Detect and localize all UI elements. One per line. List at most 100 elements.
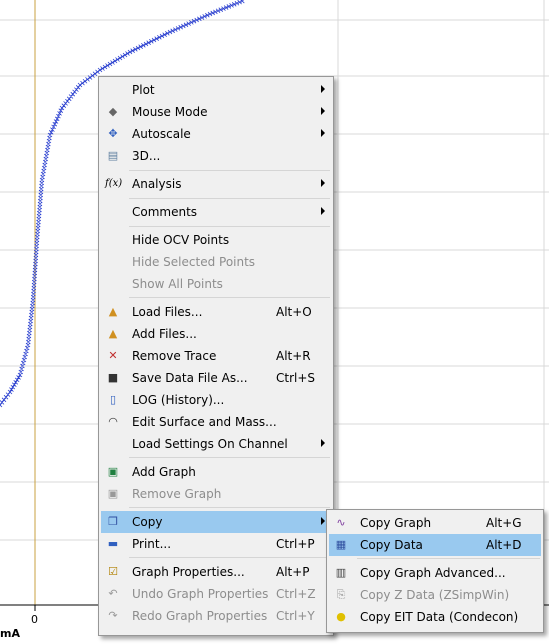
z-data-icon: ⎘ <box>336 588 346 601</box>
menu-item-3d[interactable]: ▤ 3D... <box>101 145 331 167</box>
menu-item-label: Comments <box>132 205 198 219</box>
y-axis-unit-label: mA <box>0 627 20 640</box>
menu-item-label: Copy Data <box>360 538 423 552</box>
menu-separator <box>129 226 330 227</box>
submenu-arrow-icon <box>321 439 325 447</box>
menu-item-load-settings-on-channel[interactable]: Load Settings On Channel <box>101 433 331 455</box>
menu-item-label: Load Settings On Channel <box>132 437 288 451</box>
submenu-item-copy-graph[interactable]: ∿ Copy Graph Alt+G <box>329 512 541 534</box>
menu-item-shortcut: Alt+G <box>486 516 522 530</box>
function-icon: f(x) <box>105 178 123 189</box>
menu-item-remove-graph: ▣ Remove Graph <box>101 483 331 505</box>
menu-item-label: Copy Graph Advanced... <box>360 566 506 580</box>
menu-item-print[interactable]: ▬ Print... Ctrl+P <box>101 533 331 555</box>
floppy-icon: ■ <box>107 371 119 384</box>
menu-item-label: Load Files... <box>132 305 203 319</box>
x-axis-tick-label: 0 <box>31 613 38 626</box>
menu-separator <box>129 170 330 171</box>
menu-item-label: Graph Properties... <box>132 565 245 579</box>
menu-item-undo-graph-properties: ↶ Undo Graph Properties Ctrl+Z <box>101 583 331 605</box>
menu-item-label: Remove Graph <box>132 487 222 501</box>
3d-icon: ▤ <box>107 149 119 162</box>
submenu-arrow-icon <box>321 85 325 93</box>
folder-open-icon: ▲ <box>108 305 118 318</box>
menu-item-copy[interactable]: ❐ Copy <box>101 511 331 533</box>
menu-separator <box>129 198 330 199</box>
menu-item-add-graph[interactable]: ▣ Add Graph <box>101 461 331 483</box>
submenu-item-copy-graph-advanced[interactable]: ▥ Copy Graph Advanced... <box>329 562 541 584</box>
menu-item-edit-surface-and-mass[interactable]: ◠ Edit Surface and Mass... <box>101 411 331 433</box>
beaker-icon: ◠ <box>108 415 118 428</box>
copy-submenu: ∿ Copy Graph Alt+G ▦ Copy Data Alt+D ▥ Copy Gra… <box>326 509 544 633</box>
graph-advanced-icon: ▥ <box>335 566 347 579</box>
graph-icon: ∿ <box>336 516 346 529</box>
menu-item-remove-trace[interactable]: ✕ Remove Trace Alt+R <box>101 345 331 367</box>
menu-item-hide-ocv-points[interactable]: Hide OCV Points <box>101 229 331 251</box>
menu-item-hide-selected-points: Hide Selected Points <box>101 251 331 273</box>
menu-item-autoscale[interactable]: ✥ Autoscale <box>101 123 331 145</box>
eraser-icon: ◆ <box>108 105 118 118</box>
menu-item-label: Copy EIT Data (Condecon) <box>360 610 519 624</box>
menu-item-label: Plot <box>132 83 155 97</box>
redo-icon: ↷ <box>108 609 118 622</box>
menu-item-label: Undo Graph Properties <box>132 587 269 601</box>
submenu-arrow-icon <box>321 207 325 215</box>
menu-item-analysis[interactable]: f(x) Analysis <box>101 173 331 195</box>
menu-item-label: Show All Points <box>132 277 223 291</box>
submenu-item-copy-eit-data-condecon[interactable]: ● Copy EIT Data (Condecon) <box>329 606 541 628</box>
submenu-item-copy-data[interactable]: ▦ Copy Data Alt+D <box>329 534 541 556</box>
menu-separator <box>357 558 540 559</box>
menu-item-add-files[interactable]: ▲ Add Files... <box>101 323 331 345</box>
menu-item-show-all-points: Show All Points <box>101 273 331 295</box>
menu-item-label: Mouse Mode <box>132 105 208 119</box>
properties-icon: ☑ <box>108 565 118 578</box>
menu-separator <box>129 557 330 558</box>
menu-item-label: Hide OCV Points <box>132 233 230 247</box>
menu-item-plot[interactable]: Plot <box>101 79 331 101</box>
submenu-arrow-icon <box>321 517 325 525</box>
menu-item-label: Edit Surface and Mass... <box>132 415 277 429</box>
menu-item-mouse-mode[interactable]: ◆ Mouse Mode <box>101 101 331 123</box>
menu-item-log-history[interactable]: ▯ LOG (History)... <box>101 389 331 411</box>
table-icon: ▦ <box>335 538 347 551</box>
log-icon: ▯ <box>109 393 117 406</box>
menu-item-label: LOG (History)... <box>132 393 225 407</box>
menu-item-graph-properties[interactable]: ☑ Graph Properties... Alt+P <box>101 561 331 583</box>
menu-item-shortcut: Ctrl+P <box>276 537 315 551</box>
menu-item-label: Save Data File As... <box>132 371 248 385</box>
condecon-icon: ● <box>336 610 346 623</box>
remove-trace-icon: ✕ <box>108 349 118 362</box>
menu-item-shortcut: Ctrl+S <box>276 371 316 385</box>
menu-item-label: Redo Graph Properties <box>132 609 268 623</box>
menu-separator <box>129 457 330 458</box>
menu-item-label: Add Graph <box>132 465 196 479</box>
add-graph-icon: ▣ <box>107 465 119 478</box>
menu-item-shortcut: Ctrl+Y <box>276 609 315 623</box>
menu-item-shortcut: Ctrl+Z <box>276 587 316 601</box>
menu-item-label: Add Files... <box>132 327 197 341</box>
menu-item-label: Hide Selected Points <box>132 255 256 269</box>
folder-add-icon: ▲ <box>108 327 118 340</box>
menu-item-shortcut: Alt+R <box>276 349 311 363</box>
menu-item-label: Copy Graph <box>360 516 432 530</box>
submenu-arrow-icon <box>321 179 325 187</box>
menu-item-shortcut: Alt+D <box>486 538 522 552</box>
menu-item-comments[interactable]: Comments <box>101 201 331 223</box>
menu-separator <box>129 297 330 298</box>
menu-item-save-data-file-as[interactable]: ■ Save Data File As... Ctrl+S <box>101 367 331 389</box>
undo-icon: ↶ <box>108 587 118 600</box>
menu-item-redo-graph-properties: ↷ Redo Graph Properties Ctrl+Y <box>101 605 331 627</box>
menu-item-label: Copy <box>132 515 163 529</box>
menu-item-shortcut: Alt+O <box>276 305 312 319</box>
menu-item-label: 3D... <box>132 149 161 163</box>
copy-icon: ❐ <box>108 515 118 528</box>
menu-item-load-files[interactable]: ▲ Load Files... Alt+O <box>101 301 331 323</box>
menu-item-label: Autoscale <box>132 127 191 141</box>
menu-item-shortcut: Alt+P <box>276 565 310 579</box>
autoscale-icon: ✥ <box>108 127 118 140</box>
menu-item-label: Print... <box>132 537 172 551</box>
submenu-item-copy-z-data-zsimpwin: ⎘ Copy Z Data (ZSimpWin) <box>329 584 541 606</box>
submenu-arrow-icon <box>321 107 325 115</box>
remove-graph-icon: ▣ <box>107 487 119 500</box>
menu-separator <box>129 507 330 508</box>
